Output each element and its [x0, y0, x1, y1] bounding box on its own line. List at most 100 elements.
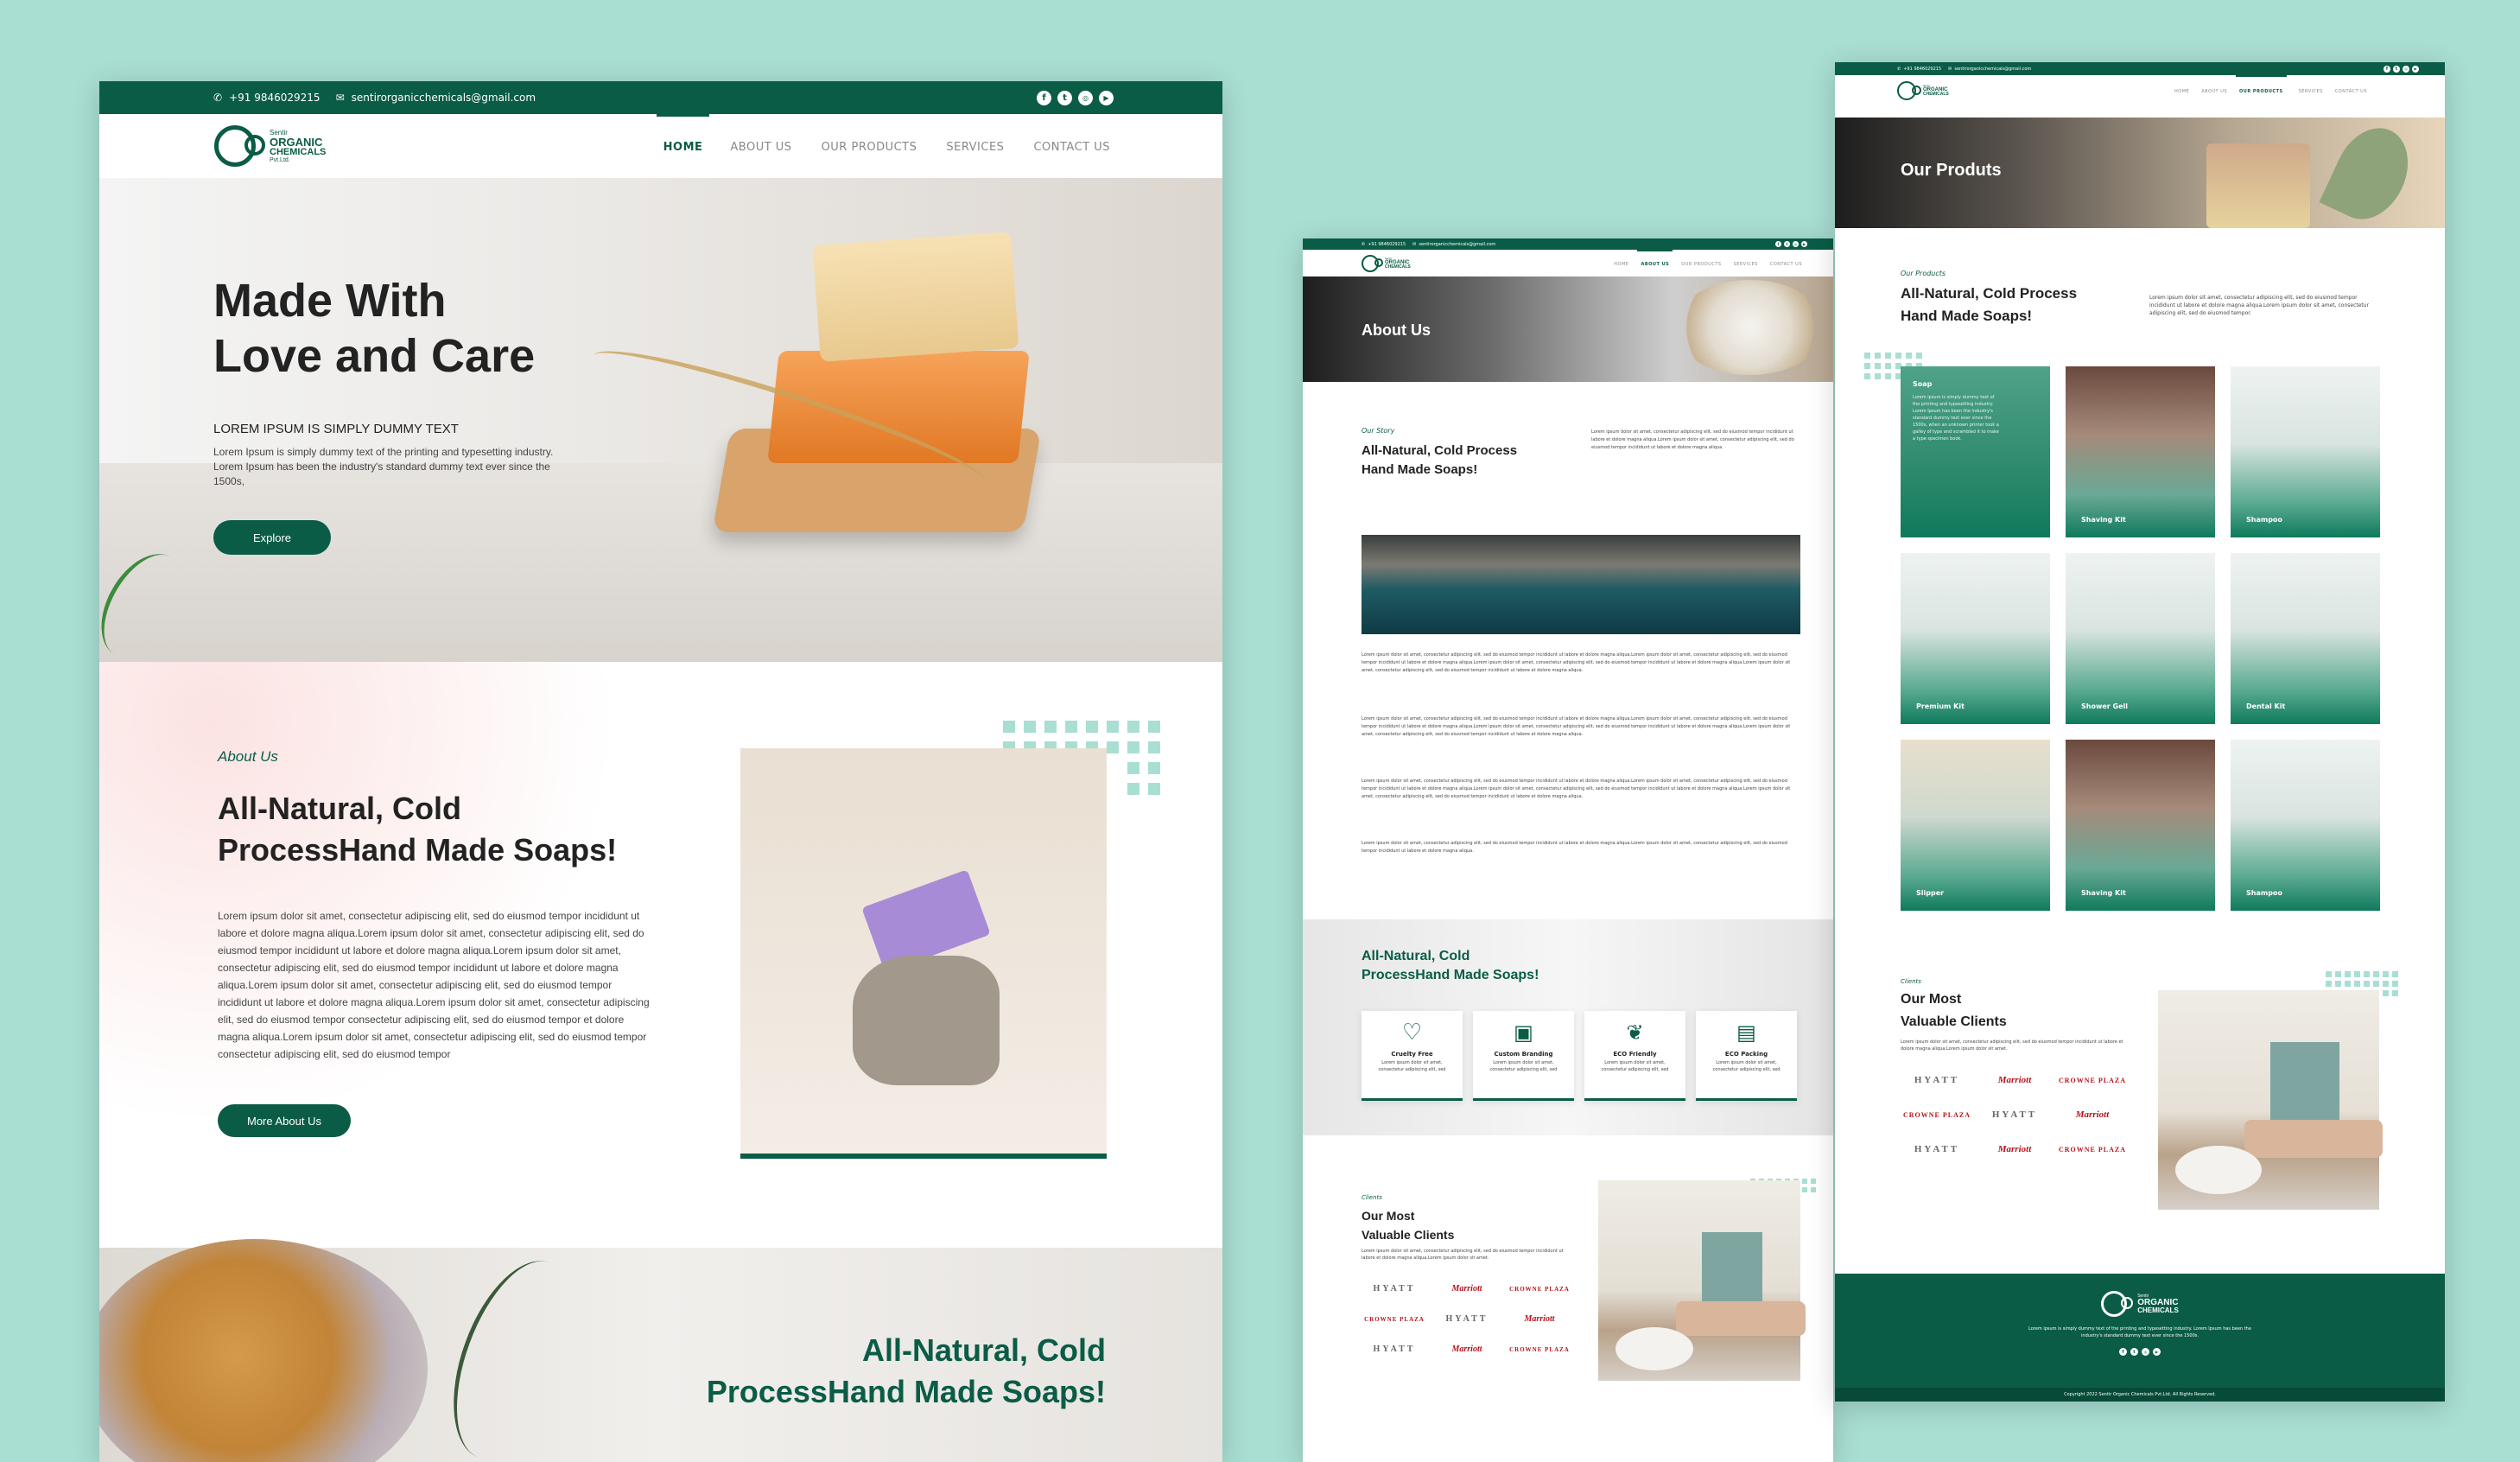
- clients-section: Clients Our Most Valuable Clients Lorem …: [1303, 1135, 1833, 1462]
- story-long-text-2: Lorem ipsum dolor sit amet, consectetur …: [1362, 716, 1791, 737]
- leaf-image: [2319, 118, 2422, 228]
- mail-icon: ✉: [1948, 66, 1952, 72]
- product-card-shaving-kit-2[interactable]: Shaving Kit: [2066, 740, 2215, 911]
- nav-products[interactable]: OUR PRODUCTS: [2236, 75, 2287, 105]
- product-card-slipper[interactable]: Slipper: [1901, 740, 2050, 911]
- nav-about[interactable]: ABOUT US: [2189, 75, 2227, 105]
- youtube-icon[interactable]: ▶: [2412, 65, 2419, 73]
- twitter-icon[interactable]: t: [2130, 1348, 2138, 1356]
- crowne-plaza-logo: CROWNE PLAZA: [1364, 1315, 1425, 1323]
- nav-services[interactable]: SERVICES: [917, 114, 1004, 178]
- explore-button[interactable]: Explore: [213, 520, 331, 555]
- instagram-icon[interactable]: ◎: [2403, 65, 2409, 73]
- nav-home[interactable]: HOME: [2174, 75, 2189, 105]
- products-heading: All-Natural, Cold Process Hand Made Soap…: [1901, 285, 2078, 324]
- facebook-icon[interactable]: f: [1775, 241, 1781, 247]
- crowne-plaza-logo: CROWNE PLAZA: [2058, 1076, 2126, 1084]
- nav-services[interactable]: SERVICES: [1722, 250, 1758, 277]
- home-page-mockup: ✆ +91 9846029215 ✉ sentirorganicchemicals@…: [99, 81, 1222, 1462]
- heart-hands-icon: ♡: [1401, 1020, 1423, 1046]
- crowne-plaza-logo: CROWNE PLAZA: [2058, 1145, 2126, 1154]
- brand-logos: HYATT Marriott CROWNE PLAZA CROWNE PLAZA…: [1901, 1075, 2142, 1154]
- bathroom-image: [2158, 990, 2383, 1210]
- products-hero: Our Produts: [1835, 118, 2445, 228]
- product-card-shampoo[interactable]: Shampoo: [2231, 366, 2380, 537]
- clients-text: Lorem ipsum dolor sit amet, consectetur …: [1901, 1039, 2123, 1052]
- about-tag: About Us: [218, 748, 278, 765]
- twitter-icon[interactable]: t: [1057, 90, 1072, 105]
- contact-info: ✆ +91 9846029215 ✉ sentirorganicchemicals@…: [1362, 242, 1495, 247]
- product-card-shower-gel[interactable]: Shower Gell: [2066, 553, 2215, 724]
- logo[interactable]: Sentir ORGANIC CHEMICALS: [1362, 254, 1411, 272]
- facebook-icon[interactable]: f: [2384, 65, 2390, 73]
- phone-contact[interactable]: ✆ +91 9846029215: [1897, 67, 1941, 72]
- twitter-icon[interactable]: t: [1784, 241, 1790, 247]
- crowne-plaza-logo: CROWNE PLAZA: [1509, 1285, 1570, 1293]
- youtube-icon[interactable]: ▶: [1801, 241, 1807, 247]
- about-hero: About Us: [1303, 277, 1833, 382]
- products-intro-text: Lorem ipsum dolor sit amet, consectetur …: [2149, 295, 2370, 316]
- features-section: All-Natural, Cold ProcessHand Made Soaps…: [1303, 919, 1833, 1135]
- nav-contact[interactable]: CONTACT US: [1758, 250, 1802, 277]
- nav-home[interactable]: HOME: [656, 114, 710, 178]
- email-contact[interactable]: ✉ sentirorganicchemicals@gmail.com: [1948, 67, 2031, 72]
- email-contact[interactable]: ✉ sentirorganicchemicals@gmail.com: [336, 92, 536, 104]
- product-grid: Soap Lorem ipsum is simply dummy text of…: [1901, 366, 2380, 911]
- logo-mark-icon: [2101, 1291, 2134, 1317]
- branding-icon: ▣: [1514, 1020, 1533, 1045]
- youtube-icon[interactable]: ▶: [1099, 90, 1114, 105]
- nav-contact[interactable]: CONTACT US: [2323, 75, 2367, 105]
- bedroom-image: [1598, 1180, 1806, 1381]
- social-links: f t ◎ ▶: [1773, 241, 1807, 247]
- soap-stack-image: [2206, 143, 2310, 228]
- facebook-icon[interactable]: f: [2119, 1348, 2127, 1356]
- footer-logo[interactable]: Sentir ORGANIC CHEMICALS: [2101, 1291, 2179, 1317]
- marriott-logo: Marriott: [1524, 1314, 1555, 1324]
- logo[interactable]: Sentir ORGANIC CHEMICALS: [1897, 80, 1949, 100]
- facebook-icon[interactable]: f: [1037, 90, 1051, 105]
- product-card-shampoo-2[interactable]: Shampoo: [2231, 740, 2380, 911]
- product-card-premium-kit[interactable]: Premium Kit: [1901, 553, 2050, 724]
- nav-contact[interactable]: CONTACT US: [1004, 114, 1110, 178]
- phone-icon: ✆: [1897, 66, 1901, 72]
- nav-services[interactable]: SERVICES: [2287, 75, 2323, 105]
- story-short-text: Lorem ipsum dolor sit amet, consectetur …: [1591, 429, 1794, 450]
- nav-home[interactable]: HOME: [1614, 250, 1628, 277]
- product-card-shaving-kit[interactable]: Shaving Kit: [2066, 366, 2215, 537]
- mail-icon: ✉: [1412, 241, 1417, 247]
- about-section: About Us All-Natural, Cold ProcessHand M…: [99, 662, 1222, 1258]
- package-icon: ▤: [1736, 1020, 1756, 1045]
- hero-section: Made With Love and Care LOREM IPSUM IS S…: [99, 178, 1222, 662]
- products-hero-title: Our Produts: [1901, 161, 2002, 180]
- twitter-icon[interactable]: t: [2393, 65, 2400, 73]
- phone-contact[interactable]: ✆ +91 9846029215: [213, 92, 321, 104]
- instagram-icon[interactable]: ◎: [1793, 241, 1799, 247]
- phone-icon: ✆: [1362, 241, 1366, 247]
- footer: Sentir ORGANIC CHEMICALS Lorem ipsum is …: [1835, 1274, 2445, 1402]
- story-long-text-4: Lorem ipsum dolor sit amet, consectetur …: [1362, 841, 1787, 854]
- top-bar: ✆ +91 9846029215 ✉ sentirorganicchemicals@…: [99, 81, 1222, 114]
- logo-mark-icon: [1897, 80, 1921, 100]
- nav-about[interactable]: ABOUT US: [1637, 250, 1673, 277]
- more-about-button[interactable]: More About Us: [218, 1104, 351, 1137]
- instagram-icon[interactable]: ◎: [2142, 1348, 2149, 1356]
- youtube-icon[interactable]: ▶: [2153, 1348, 2161, 1356]
- nav-products[interactable]: OUR PRODUCTS: [792, 114, 917, 178]
- nav-about[interactable]: ABOUT US: [709, 114, 791, 178]
- hero-title: Made With Love and Care: [213, 275, 536, 382]
- main-nav: Sentir ORGANIC CHEMICALS Pvt.Ltd. HOME A…: [99, 114, 1222, 178]
- feature-card: ❦ ECO Friendly Lorem ipsum dolor sit ame…: [1584, 1011, 1685, 1101]
- eco-leaf-icon: ❦: [1626, 1020, 1644, 1045]
- instagram-icon[interactable]: ◎: [1078, 90, 1093, 105]
- product-card-soap[interactable]: Soap Lorem ipsum is simply dummy text of…: [1901, 366, 2050, 537]
- logo[interactable]: Sentir ORGANIC CHEMICALS Pvt.Ltd.: [214, 125, 326, 167]
- phone-contact[interactable]: ✆ +91 9846029215: [1362, 242, 1406, 247]
- logo-text: Sentir ORGANIC CHEMICALS: [1923, 83, 1949, 97]
- hyatt-logo: HYATT: [1373, 1284, 1416, 1294]
- email-contact[interactable]: ✉ sentirorganicchemicals@gmail.com: [1412, 242, 1495, 247]
- soap-bowl-image: [99, 1239, 428, 1462]
- marriott-logo: Marriott: [2075, 1109, 2110, 1120]
- product-card-dental-kit[interactable]: Dental Kit: [2231, 553, 2380, 724]
- nav-products[interactable]: OUR PRODUCTS: [1673, 250, 1721, 277]
- hyatt-logo: HYATT: [1445, 1314, 1489, 1324]
